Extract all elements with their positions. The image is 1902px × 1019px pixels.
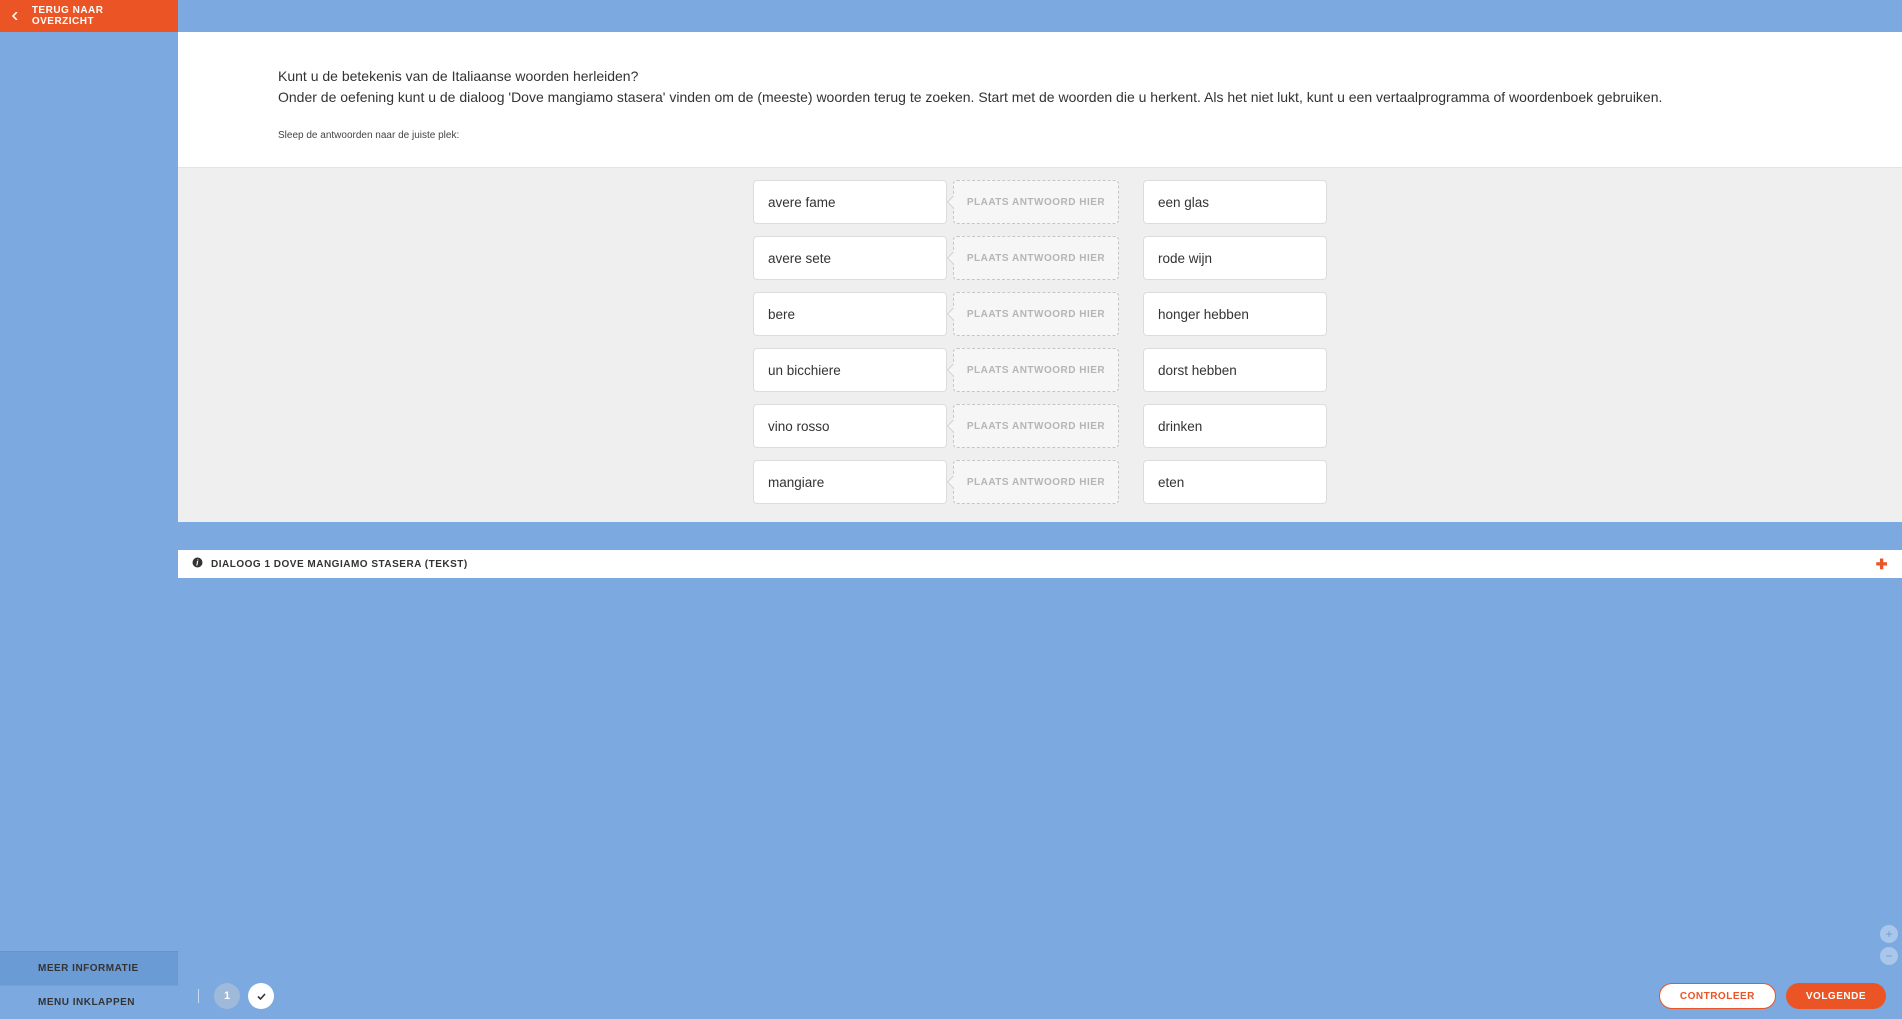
intro-panel: Kunt u de betekenis van de Italiaanse wo…: [178, 32, 1902, 167]
answer-option[interactable]: een glas: [1143, 180, 1327, 224]
source-word: bere: [753, 292, 947, 336]
info-icon: i: [12, 963, 24, 974]
drop-target[interactable]: PLAATS ANTWOORD HIER: [953, 348, 1119, 392]
source-word: avere sete: [753, 236, 947, 280]
sidebar-item-more-info[interactable]: i MEER INFORMATIE: [0, 951, 178, 985]
sidebar-item-label: MENU INKLAPPEN: [38, 997, 135, 1008]
drop-target[interactable]: PLAATS ANTWOORD HIER: [953, 460, 1119, 504]
back-button-label: TERUG NAAR OVERZICHT: [32, 5, 166, 27]
accordion-dialog[interactable]: i DIALOOG 1 DOVE MANGIAMO STASERA (TEKST…: [178, 550, 1902, 578]
answer-option[interactable]: rode wijn: [1143, 236, 1327, 280]
drop-target[interactable]: PLAATS ANTWOORD HIER: [953, 236, 1119, 280]
zoom-in-button[interactable]: +: [1880, 925, 1898, 943]
answer-option[interactable]: drinken: [1143, 404, 1327, 448]
zoom-controls: + −: [1880, 925, 1898, 965]
accordion-title: DIALOOG 1 DOVE MANGIAMO STASERA (TEKST): [211, 559, 468, 570]
source-word: avere fame: [753, 180, 947, 224]
info-icon: i: [192, 557, 203, 571]
sidebar-bottom: i MEER INFORMATIE MENU INKLAPPEN: [0, 951, 178, 1019]
source-word: un bicchiere: [753, 348, 947, 392]
check-icon: [256, 991, 267, 1002]
answer-option[interactable]: dorst hebben: [1143, 348, 1327, 392]
expand-icon: ✚: [1876, 556, 1888, 573]
intro-hint: Sleep de antwoorden naar de juiste plek:: [278, 128, 1802, 143]
collapse-icon: [12, 998, 24, 1008]
answer-option[interactable]: honger hebben: [1143, 292, 1327, 336]
svg-text:i: i: [196, 558, 199, 567]
answer-option[interactable]: eten: [1143, 460, 1327, 504]
answers-column: een glas rode wijn honger hebben dorst h…: [1143, 180, 1327, 504]
step-indicator: 1: [214, 983, 274, 1009]
drop-target[interactable]: PLAATS ANTWOORD HIER: [953, 404, 1119, 448]
intro-line-1: Kunt u de betekenis van de Italiaanse wo…: [278, 66, 1802, 87]
check-button[interactable]: CONTROLEER: [1659, 983, 1776, 1009]
exercise-area: avere famePLAATS ANTWOORD HIER avere set…: [178, 167, 1902, 522]
zoom-out-button[interactable]: −: [1880, 947, 1898, 965]
main: Kunt u de betekenis van de Italiaanse wo…: [178, 32, 1902, 1019]
sidebar-item-collapse[interactable]: MENU INKLAPPEN: [0, 985, 178, 1019]
step-number[interactable]: 1: [214, 983, 240, 1009]
source-word: vino rosso: [753, 404, 947, 448]
next-button[interactable]: VOLGENDE: [1786, 983, 1886, 1009]
source-column: avere famePLAATS ANTWOORD HIER avere set…: [753, 180, 1119, 504]
drop-target[interactable]: PLAATS ANTWOORD HIER: [953, 180, 1119, 224]
arrow-left-icon: [12, 12, 20, 20]
sidebar: TERUG NAAR OVERZICHT i MEER INFORMATIE M…: [0, 0, 178, 1019]
footer: 1 CONTROLEER VOLGENDE: [178, 973, 1902, 1019]
drop-target[interactable]: PLAATS ANTWOORD HIER: [953, 292, 1119, 336]
back-button[interactable]: TERUG NAAR OVERZICHT: [0, 0, 178, 32]
intro-line-2: Onder de oefening kunt u de dialoog 'Dov…: [278, 87, 1802, 108]
step-check[interactable]: [248, 983, 274, 1009]
sidebar-item-label: MEER INFORMATIE: [38, 963, 139, 974]
source-word: mangiare: [753, 460, 947, 504]
